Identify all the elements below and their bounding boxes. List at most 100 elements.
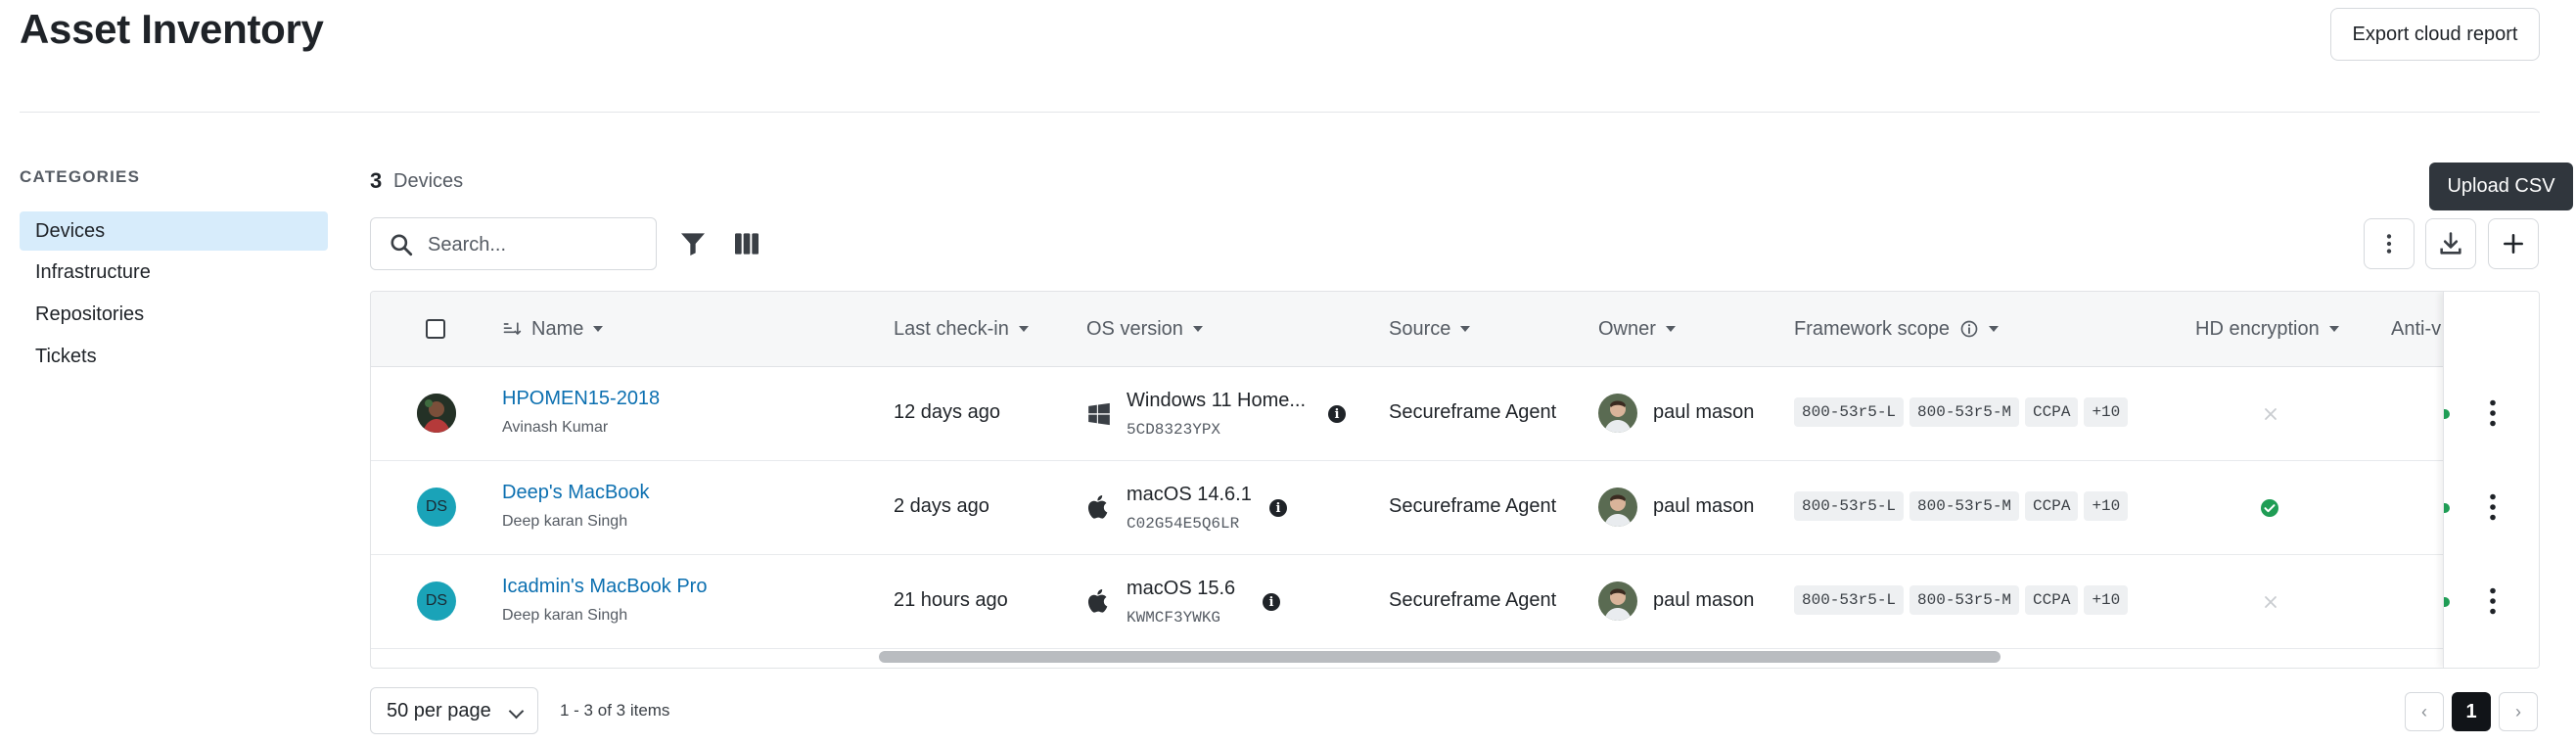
info-icon[interactable]: i	[1269, 499, 1287, 517]
sort-icon	[503, 322, 522, 336]
info-icon[interactable]: i	[1328, 405, 1346, 423]
owner-avatar	[1598, 581, 1637, 621]
framework-scope-chips: 800-53r5-L 800-53r5-M CCPA +10	[1794, 585, 2134, 615]
search-box[interactable]	[370, 217, 657, 270]
owner-avatar	[1598, 394, 1637, 433]
scope-chip: CCPA	[2025, 491, 2079, 521]
device-name-link[interactable]: Deep's MacBook	[502, 482, 650, 504]
last-checkin: 2 days ago	[894, 495, 989, 517]
sort-caret-icon	[1018, 326, 1029, 332]
owner-name: paul mason	[1653, 589, 1755, 611]
upload-csv-tooltip: Upload CSV	[2429, 163, 2573, 210]
column-header-last-checkin[interactable]: Last check-in	[894, 292, 1029, 366]
framework-scope-chips: 800-53r5-L 800-53r5-M CCPA +10	[1794, 491, 2134, 521]
antivirus-status-icon	[2444, 597, 2450, 607]
windows-icon	[1088, 402, 1110, 426]
column-header-name[interactable]: Name	[502, 292, 604, 366]
os-version: macOS 14.6.1	[1127, 484, 1252, 505]
scope-chip: CCPA	[2025, 397, 2079, 427]
device-name-link[interactable]: HPOMEN15-2018	[502, 388, 660, 410]
column-header-source[interactable]: Source	[1389, 292, 1471, 366]
sidebar-item-label: Devices	[35, 219, 106, 242]
source: Secureframe Agent	[1389, 589, 1557, 611]
row-actions-column	[2443, 292, 2539, 668]
serial-number: 5CD8323YPX	[1127, 421, 1221, 439]
sidebar-item-tickets[interactable]: Tickets	[20, 337, 328, 376]
previous-page-button[interactable]: ‹	[2405, 692, 2444, 731]
devices-table: Name Last check-in OS version Source Own…	[370, 291, 2540, 669]
serial-number: KWMCF3YWKG	[1127, 609, 1221, 627]
sidebar-item-devices[interactable]: Devices	[20, 211, 328, 251]
sort-caret-icon	[593, 326, 604, 332]
avatar	[417, 394, 456, 433]
pagination-range: 1 - 3 of 3 items	[560, 701, 670, 720]
download-button[interactable]	[2425, 218, 2476, 269]
device-count: 3	[370, 168, 383, 193]
apple-icon	[1087, 588, 1108, 613]
scope-more-chip[interactable]: +10	[2084, 491, 2129, 521]
framework-scope-chips: 800-53r5-L 800-53r5-M CCPA +10	[1794, 397, 2134, 427]
sort-caret-icon	[1192, 326, 1203, 332]
source: Secureframe Agent	[1389, 495, 1557, 517]
sidebar-item-label: Infrastructure	[35, 260, 151, 283]
column-header-anti-virus[interactable]: Anti-v	[2391, 292, 2441, 366]
info-outline-icon[interactable]	[1959, 319, 1979, 339]
scope-chip: CCPA	[2025, 585, 2079, 615]
export-cloud-report-button[interactable]: Export cloud report	[2330, 8, 2540, 61]
os-version: Windows 11 Home...	[1127, 390, 1307, 411]
columns-icon[interactable]	[731, 228, 762, 259]
last-checkin: 12 days ago	[894, 401, 1000, 423]
row-actions-icon[interactable]	[2479, 488, 2507, 527]
device-name-link[interactable]: Icadmin's MacBook Pro	[502, 576, 707, 598]
row-actions-icon[interactable]	[2479, 581, 2507, 621]
user-photo-icon	[417, 394, 456, 433]
antivirus-status-icon	[2444, 503, 2450, 513]
scope-chip: 800-53r5-M	[1909, 491, 2020, 521]
column-header-hd-encryption[interactable]: HD encryption	[2195, 292, 2339, 366]
search-input[interactable]	[426, 230, 645, 259]
plus-icon	[2504, 234, 2523, 254]
device-user: Deep karan Singh	[502, 513, 628, 530]
row-actions-icon[interactable]	[2479, 394, 2507, 433]
upload-csv-button[interactable]	[2488, 218, 2539, 269]
table-row[interactable]: DS Icadmin's MacBook Pro Deep karan Sing…	[371, 554, 2539, 649]
sort-caret-icon	[1665, 326, 1676, 332]
scope-chip: 800-53r5-L	[1794, 491, 1905, 521]
column-header-framework-scope[interactable]: Framework scope	[1794, 292, 1999, 366]
os-version: macOS 15.6	[1127, 578, 1236, 599]
avatar: DS	[417, 488, 456, 527]
column-header-os-version[interactable]: OS version	[1086, 292, 1203, 366]
apple-icon	[1087, 494, 1108, 519]
scope-chip: 800-53r5-M	[1909, 585, 2020, 615]
antivirus-status-icon	[2444, 409, 2450, 419]
user-photo-icon	[1598, 488, 1637, 527]
user-photo-icon	[1598, 581, 1637, 621]
device-count-label: Devices	[393, 170, 464, 192]
more-options-button[interactable]	[2364, 218, 2415, 269]
scope-more-chip[interactable]: +10	[2084, 585, 2129, 615]
table-header: Name Last check-in OS version Source Own…	[371, 292, 2539, 367]
owner-name: paul mason	[1653, 401, 1755, 423]
sidebar-item-infrastructure[interactable]: Infrastructure	[20, 253, 328, 292]
horizontal-scrollbar[interactable]	[879, 651, 2001, 663]
info-icon[interactable]: i	[1263, 593, 1280, 611]
not-encrypted-icon	[2265, 596, 2277, 608]
scope-chip: 800-53r5-M	[1909, 397, 2020, 427]
categories-heading: CATEGORIES	[20, 167, 141, 186]
sort-caret-icon	[1988, 326, 1999, 332]
column-header-owner[interactable]: Owner	[1598, 292, 1676, 366]
filter-icon[interactable]	[677, 228, 709, 259]
next-page-button[interactable]: ›	[2499, 692, 2538, 731]
current-page-button[interactable]: 1	[2452, 692, 2491, 731]
sidebar-item-repositories[interactable]: Repositories	[20, 295, 328, 334]
scope-more-chip[interactable]: +10	[2084, 397, 2129, 427]
not-encrypted-icon	[2265, 408, 2277, 420]
select-all-checkbox[interactable]	[426, 319, 445, 339]
per-page-select[interactable]: 50 per page	[370, 687, 538, 734]
avatar: DS	[417, 581, 456, 621]
table-row[interactable]: HPOMEN15-2018 Avinash Kumar 12 days ago …	[371, 366, 2539, 461]
device-user: Avinash Kumar	[502, 419, 609, 436]
table-row[interactable]: DS Deep's MacBook Deep karan Singh 2 day…	[371, 460, 2539, 555]
sort-caret-icon	[2328, 326, 2339, 332]
source: Secureframe Agent	[1389, 401, 1557, 423]
